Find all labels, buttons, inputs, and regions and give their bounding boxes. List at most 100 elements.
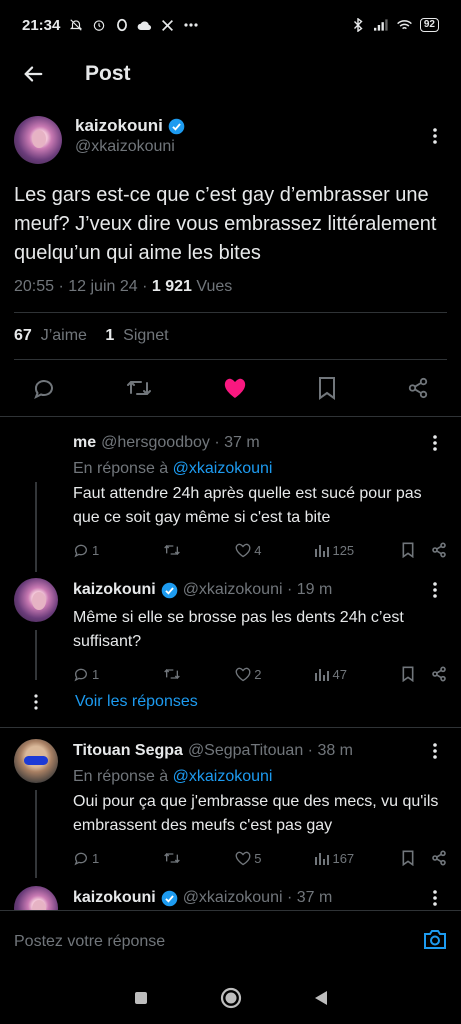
avatar[interactable] <box>14 116 62 164</box>
avatar[interactable] <box>14 739 58 783</box>
reply-actions: 1 5 167 <box>73 850 447 866</box>
reply-like-button[interactable]: 4 <box>235 543 261 558</box>
reply-to-link[interactable]: @xkaizokouni <box>173 460 273 477</box>
reply-icon[interactable] <box>32 376 56 400</box>
status-time: 21:34 <box>22 16 61 34</box>
post-author[interactable]: kaizokouni <box>75 116 185 136</box>
views-chart-icon <box>315 853 330 865</box>
reply-input-placeholder[interactable]: Postez votre réponse <box>14 933 165 951</box>
reply-context: En réponse à <box>73 768 173 785</box>
bookmark-icon[interactable] <box>401 850 415 866</box>
bookmark-icon[interactable] <box>401 666 415 682</box>
more-vertical-icon <box>433 743 437 759</box>
camera-button[interactable] <box>423 928 447 955</box>
bookmarks-label: Signet <box>123 327 169 344</box>
cloud-icon <box>137 18 152 33</box>
reply-comment-button[interactable]: 1 <box>73 850 99 866</box>
reply-icon <box>74 852 87 866</box>
bookmark-icon[interactable] <box>401 542 415 558</box>
reply-to-link[interactable]: @xkaizokouni <box>173 768 273 785</box>
heart-icon <box>235 543 251 557</box>
system-navigation-bar <box>0 972 461 1024</box>
views-count: 1 921 <box>151 278 192 295</box>
views-chart-icon <box>315 669 330 681</box>
reply-text: Oui pour ça que j'embrasse que des mecs,… <box>73 793 439 834</box>
thread-line <box>35 630 37 680</box>
reply-author-handle: @SegpaTitouan · 38 m <box>187 742 354 759</box>
likes-label: J’aime <box>40 327 87 344</box>
views-chart-icon <box>315 545 330 557</box>
show-replies-link[interactable]: Voir les réponses <box>75 693 198 711</box>
like-count: 4 <box>254 542 262 558</box>
comment-count: 1 <box>92 850 100 866</box>
thread-line <box>35 482 37 572</box>
reply-comment-button[interactable]: 1 <box>73 542 99 558</box>
like-count: 5 <box>254 850 262 866</box>
reply-post[interactable]: kaizokouni @xkaizokouni · 37 m <box>0 886 461 910</box>
avatar[interactable] <box>14 578 58 622</box>
top-app-bar: Post <box>0 50 461 98</box>
verified-badge-icon <box>168 118 185 134</box>
x-logo-icon <box>160 18 175 33</box>
signal-icon <box>373 18 389 33</box>
repost-icon[interactable] <box>126 376 152 400</box>
reply-compose-bar[interactable]: Postez votre réponse <box>0 910 461 972</box>
share-icon[interactable] <box>431 850 447 866</box>
bookmarks-count: 1 <box>105 327 115 344</box>
thread-dots-icon <box>34 694 38 710</box>
reply-context: En réponse à <box>73 460 173 477</box>
reply-more-button[interactable] <box>423 431 447 455</box>
avatar[interactable] <box>14 886 58 910</box>
divider <box>0 727 461 728</box>
likes-stat[interactable]: 67 J’aime <box>14 327 87 344</box>
page-title: Post <box>85 62 131 85</box>
reply-repost-button[interactable] <box>163 666 181 682</box>
share-icon[interactable] <box>431 666 447 682</box>
bluetooth-icon <box>351 18 366 33</box>
reply-more-button[interactable] <box>423 739 447 763</box>
comment-count: 1 <box>92 542 100 558</box>
reply-actions: 1 2 47 <box>73 666 447 682</box>
reply-like-button[interactable]: 5 <box>235 851 261 866</box>
more-vertical-icon <box>433 435 437 451</box>
reply-views-button[interactable]: 47 <box>315 666 347 682</box>
reply-comment-button[interactable]: 1 <box>73 666 99 682</box>
post-text: Les gars est-ce que c’est gay d’embrasse… <box>14 184 437 264</box>
more-notifications-icon <box>183 18 198 33</box>
home-icon[interactable] <box>220 987 242 1009</box>
share-icon[interactable] <box>407 377 429 399</box>
more-vertical-icon <box>433 890 437 906</box>
reply-like-button[interactable]: 2 <box>235 667 261 682</box>
recent-apps-icon[interactable] <box>134 991 148 1005</box>
mute-notification-icon <box>68 18 83 33</box>
post-actions <box>0 360 461 416</box>
repost-icon <box>164 853 181 863</box>
more-vertical-icon <box>433 128 437 144</box>
back-triangle-icon[interactable] <box>314 990 328 1006</box>
bookmarks-stat[interactable]: 1 Signet <box>105 327 168 344</box>
reply-author-name: kaizokouni <box>73 889 156 906</box>
reply-author-handle: @xkaizokouni · 19 m <box>182 581 333 598</box>
like-count: 2 <box>254 666 262 682</box>
battery-indicator: 92 <box>419 18 439 32</box>
reply-views-button[interactable]: 167 <box>315 851 354 866</box>
app-o-icon <box>114 18 129 33</box>
likes-count: 67 <box>14 327 32 344</box>
reply-repost-button[interactable] <box>163 850 181 866</box>
arrow-left-icon <box>24 66 43 82</box>
bookmark-icon[interactable] <box>317 376 337 400</box>
like-heart-filled-icon[interactable] <box>223 377 247 399</box>
post-timestamp: 20:55 · 12 juin 24 · <box>14 278 152 295</box>
views-count: 125 <box>332 542 355 558</box>
reply-repost-button[interactable] <box>163 542 181 558</box>
share-icon[interactable] <box>431 542 447 558</box>
views-count: 47 <box>332 666 347 682</box>
back-button[interactable] <box>13 54 53 94</box>
heart-icon <box>235 667 251 681</box>
reply-views-button[interactable]: 125 <box>315 543 354 558</box>
repost-icon <box>164 545 181 555</box>
reply-more-button[interactable] <box>423 886 447 910</box>
post-more-button[interactable] <box>423 124 447 148</box>
reply-more-button[interactable] <box>423 578 447 602</box>
reply-author-handle: @xkaizokouni · 37 m <box>182 889 333 906</box>
